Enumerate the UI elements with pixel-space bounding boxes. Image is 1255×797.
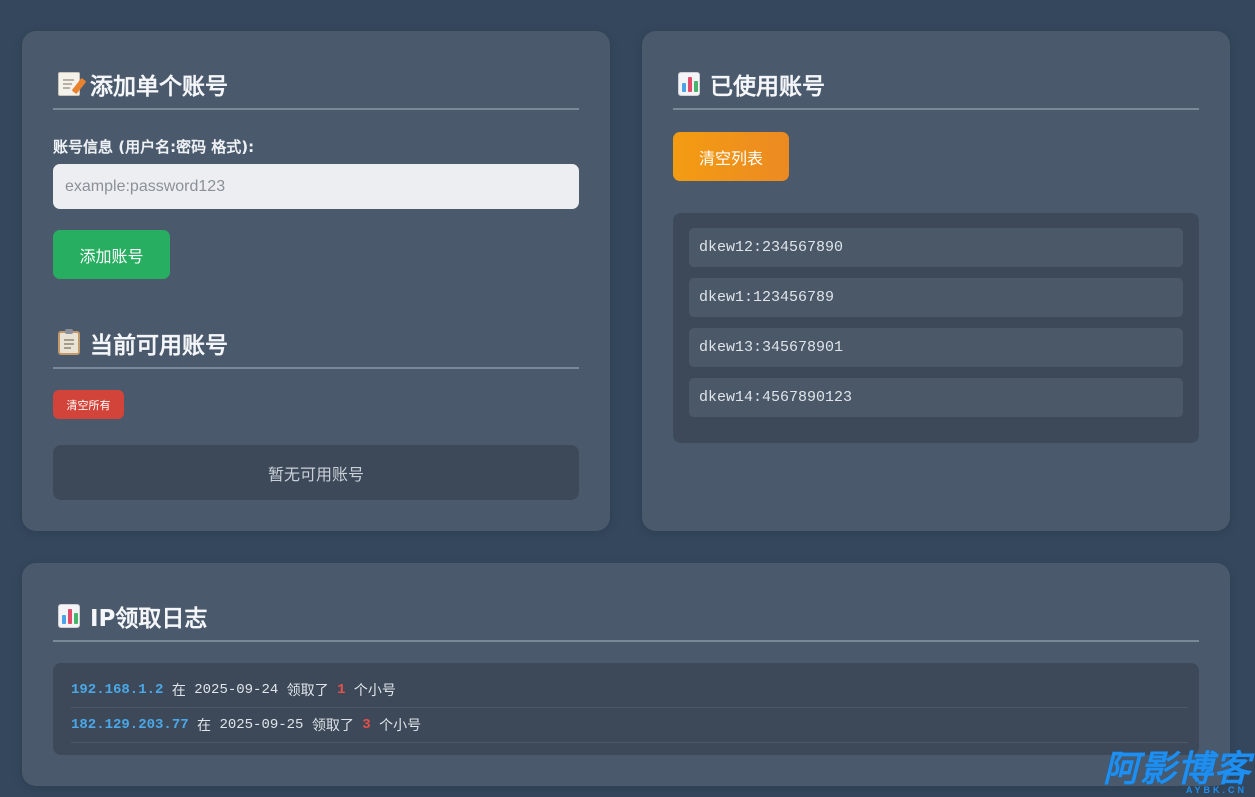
ip-log-card: IP领取日志 192.168.1.2 在 2025-09-24 领取了 1 个小… <box>22 563 1230 786</box>
list-item: dkew1:123456789 <box>689 278 1183 317</box>
clipboard-icon <box>58 329 80 355</box>
clear-list-button[interactable]: 清空列表 <box>673 132 789 181</box>
bar-chart-icon <box>678 72 700 96</box>
account-info-label: 账号信息 (用户名:密码 格式): <box>53 138 255 156</box>
list-item: dkew14:4567890123 <box>689 378 1183 417</box>
log-ip: 192.168.1.2 <box>71 682 164 698</box>
document-pencil-icon <box>58 72 87 96</box>
used-accounts-title: 已使用账号 <box>678 67 825 101</box>
log-date: 2025-09-25 <box>219 717 304 733</box>
log-date: 2025-09-24 <box>194 682 279 698</box>
available-accounts-title-text: 当前可用账号 <box>90 333 228 359</box>
log-count: 1 <box>337 682 346 698</box>
log-in-word: 在 <box>197 719 212 735</box>
used-accounts-divider <box>673 108 1199 110</box>
log-entry: 182.129.203.77 在 2025-09-25 领取了 3 个小号 <box>71 708 1188 743</box>
available-accounts-title: 当前可用账号 <box>58 326 228 360</box>
available-accounts-empty: 暂无可用账号 <box>53 445 579 500</box>
site-watermark: 阿影博客 AYBK.CN <box>1102 749 1251 796</box>
add-account-divider <box>53 108 579 110</box>
log-suffix: 个小号 <box>379 719 422 735</box>
ip-log-list: 192.168.1.2 在 2025-09-24 领取了 1 个小号 182.1… <box>53 663 1199 755</box>
log-count: 3 <box>362 717 371 733</box>
list-item: dkew12:234567890 <box>689 228 1183 267</box>
log-in-word: 在 <box>171 684 186 700</box>
ip-log-title-text: IP领取日志 <box>90 606 208 632</box>
used-accounts-title-text: 已使用账号 <box>710 74 825 100</box>
add-account-button[interactable]: 添加账号 <box>53 230 170 279</box>
clear-all-button[interactable]: 清空所有 <box>53 390 124 419</box>
log-suffix: 个小号 <box>353 684 396 700</box>
used-accounts-card: 已使用账号 清空列表 dkew12:234567890 dkew1:123456… <box>642 31 1230 531</box>
log-entry: 192.168.1.2 在 2025-09-24 领取了 1 个小号 <box>71 673 1188 708</box>
watermark-domain: AYBK.CN <box>1185 785 1247 795</box>
bar-chart-icon <box>58 604 80 628</box>
add-account-title-text: 添加单个账号 <box>90 74 228 100</box>
add-account-title: 添加单个账号 <box>58 67 228 101</box>
ip-log-divider <box>53 640 1199 642</box>
ip-log-title: IP领取日志 <box>58 599 207 633</box>
list-item: dkew13:345678901 <box>689 328 1183 367</box>
add-account-card: 添加单个账号 账号信息 (用户名:密码 格式): 添加账号 当前可用账号 清空所… <box>22 31 610 531</box>
account-info-input[interactable] <box>53 164 579 209</box>
watermark-logo-text: 阿影博客 <box>1102 749 1251 790</box>
log-took-word: 领取了 <box>311 719 354 735</box>
log-ip: 182.129.203.77 <box>71 717 189 733</box>
used-accounts-list: dkew12:234567890 dkew1:123456789 dkew13:… <box>673 213 1199 443</box>
log-took-word: 领取了 <box>286 684 329 700</box>
available-accounts-divider <box>53 367 579 369</box>
